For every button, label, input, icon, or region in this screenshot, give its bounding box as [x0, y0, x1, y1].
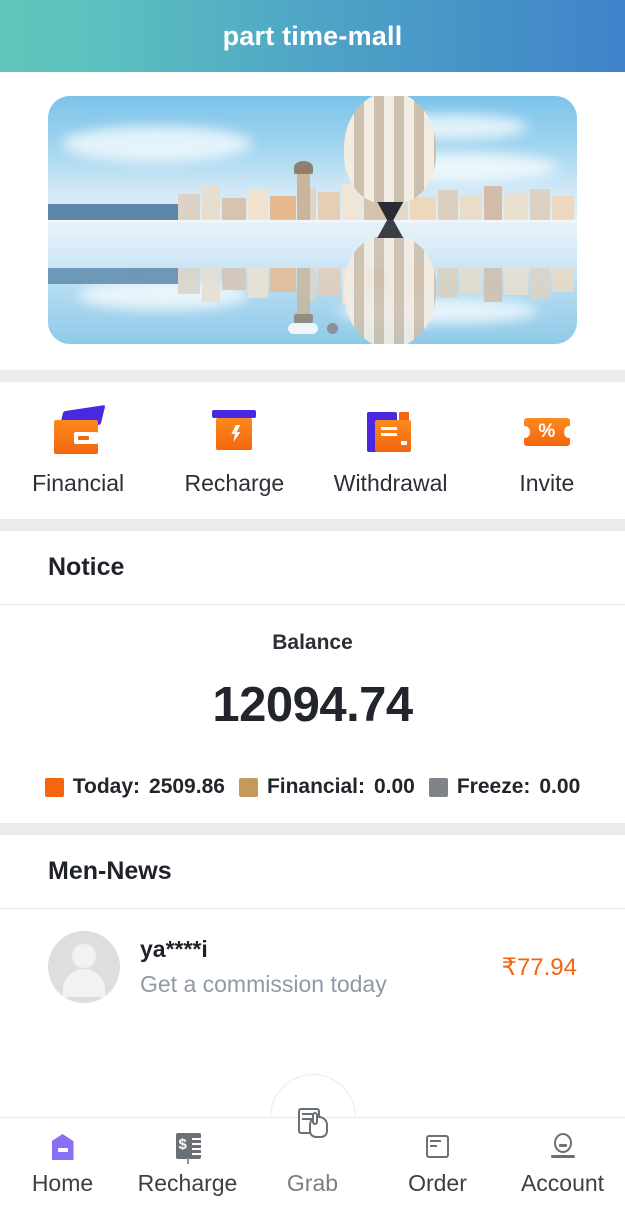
stat-freeze-label: Freeze: — [456, 775, 531, 798]
page-title: part time-mall — [222, 20, 403, 51]
bottom-tabbar: Home $ Recharge Grab Order Account — [0, 1108, 625, 1207]
tab-label: Order — [408, 1170, 467, 1196]
stat-freeze-value: 0.00 — [539, 775, 581, 798]
stat-freeze: Freeze: 0.00 — [428, 775, 581, 799]
tab-order[interactable]: Order — [375, 1130, 500, 1207]
quick-action-recharge[interactable]: Recharge — [156, 408, 312, 497]
galata-tower-shape — [293, 161, 313, 220]
city-skyline-reflection — [48, 268, 577, 316]
news-item-amount: ₹77.94 — [501, 953, 577, 981]
app-header: part time-mall — [0, 0, 625, 72]
news-item-subtitle: Get a commission today — [140, 971, 387, 997]
withdrawal-card-icon — [365, 408, 417, 456]
percent-ticket-icon: % — [519, 408, 574, 456]
balance-stats-row: Today: 2509.86 Financial: 0.00 Freeze: 0… — [0, 775, 625, 799]
banner-carousel[interactable] — [48, 96, 577, 344]
balance-label: Balance — [272, 631, 353, 654]
balance-panel: Balance 12094.74 Today: 2509.86 Financia… — [0, 605, 625, 823]
quick-actions-row: Financial Recharge Withdrawal % Invite — [0, 382, 625, 519]
list-item[interactable]: ya****i Get a commission today ₹77.94 — [0, 909, 625, 1029]
banner-carousel-wrapper — [0, 72, 625, 370]
receipt-icon: $ — [171, 1130, 205, 1164]
stat-financial-value: 0.00 — [373, 775, 415, 798]
news-section-title: Men-News — [48, 857, 172, 885]
tab-home[interactable]: Home — [0, 1130, 125, 1207]
tab-label: Grab — [286, 1170, 339, 1196]
notice-section-title: Notice — [48, 553, 125, 581]
swatch-financial — [238, 777, 258, 797]
city-skyline — [48, 161, 577, 220]
tab-recharge[interactable]: $ Recharge — [125, 1130, 250, 1207]
stat-today-value: 2509.86 — [149, 775, 225, 798]
home-icon — [46, 1130, 80, 1164]
tab-label: Home — [31, 1170, 94, 1196]
grab-hand-icon — [296, 1106, 330, 1140]
wallet-icon — [52, 404, 106, 456]
recharge-card-icon — [208, 408, 260, 456]
tab-grab[interactable]: Grab — [250, 1106, 375, 1207]
quick-action-label: Financial — [32, 470, 125, 496]
tab-label: Account — [520, 1170, 605, 1196]
carousel-dot[interactable] — [326, 323, 338, 334]
account-icon — [546, 1130, 580, 1164]
quick-action-label: Invite — [519, 470, 575, 496]
quick-action-financial[interactable]: Financial — [0, 404, 156, 497]
tab-account[interactable]: Account — [500, 1130, 625, 1207]
stat-financial-label: Financial: — [266, 775, 365, 798]
swatch-today — [44, 777, 64, 797]
app-root: part time-mall Financial Recharge Withdr… — [0, 0, 625, 1207]
hot-air-balloon-icon — [344, 96, 437, 204]
section-divider — [0, 370, 625, 382]
cloud-shape — [62, 126, 252, 162]
section-divider — [0, 823, 625, 835]
stat-financial: Financial: 0.00 — [238, 775, 415, 799]
tab-label: Recharge — [137, 1170, 238, 1196]
quick-action-label: Recharge — [184, 470, 285, 496]
balance-value: 12094.74 — [212, 678, 413, 732]
quick-action-invite[interactable]: % Invite — [469, 408, 625, 497]
swatch-freeze — [428, 777, 448, 797]
quick-action-withdrawal[interactable]: Withdrawal — [313, 408, 469, 497]
order-doc-icon — [421, 1130, 455, 1164]
section-divider — [0, 519, 625, 531]
news-item-text: ya****i Get a commission today — [140, 936, 482, 998]
news-item-name: ya****i — [140, 936, 208, 962]
stat-today: Today: 2509.86 — [44, 775, 225, 799]
stat-today-label: Today: — [72, 775, 141, 798]
quick-action-label: Withdrawal — [333, 470, 448, 496]
carousel-pagination — [48, 323, 577, 334]
carousel-dot-active[interactable] — [287, 323, 318, 334]
water-line — [48, 220, 577, 223]
avatar — [48, 931, 120, 1003]
bridge-shape — [48, 204, 178, 220]
